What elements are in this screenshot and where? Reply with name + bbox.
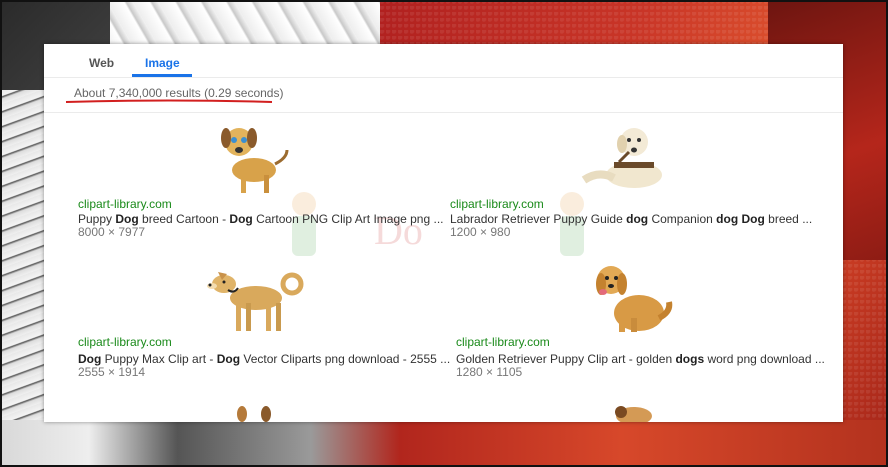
- next-row-thumbnail[interactable]: [609, 402, 659, 422]
- result-source[interactable]: clipart-library.com: [450, 197, 544, 211]
- labrador-image[interactable]: [574, 120, 669, 195]
- red-annotation-underline: [65, 99, 273, 103]
- result-dimensions: 1280 × 1105: [456, 365, 523, 379]
- result-title[interactable]: Golden Retriever Puppy Clip art - golden…: [456, 352, 825, 366]
- next-row-thumbnail[interactable]: [232, 402, 277, 422]
- active-tab-indicator: [132, 74, 192, 77]
- result-dimensions: 1200 × 980: [450, 225, 511, 239]
- search-tabs: Web Image: [44, 44, 843, 78]
- result-stats: About 7,340,000 results (0.29 seconds): [74, 86, 284, 100]
- tab-web[interactable]: Web: [89, 56, 114, 70]
- result-dimensions: 2555 × 1914: [78, 365, 146, 379]
- search-results-panel: Web Image About 7,340,000 results (0.29 …: [44, 44, 843, 422]
- tab-image[interactable]: Image: [145, 56, 180, 70]
- result-title[interactable]: Puppy Dog breed Cartoon - Dog Cartoon PN…: [78, 212, 444, 226]
- result-title[interactable]: Labrador Retriever Puppy Guide dog Compa…: [450, 212, 812, 226]
- result-title[interactable]: Dog Puppy Max Clip art - Dog Vector Clip…: [78, 352, 450, 366]
- golden-retriever-image[interactable]: [589, 258, 674, 336]
- watermark-logo: Do: [292, 192, 584, 256]
- result-source[interactable]: clipart-library.com: [78, 335, 172, 349]
- beagle-puppy-image[interactable]: [209, 120, 294, 195]
- result-source[interactable]: clipart-library.com: [456, 335, 550, 349]
- result-dimensions: 8000 × 7977: [78, 225, 146, 239]
- shiba-dog-image[interactable]: [204, 258, 304, 336]
- divider: [44, 112, 843, 113]
- result-source[interactable]: clipart-library.com: [78, 197, 172, 211]
